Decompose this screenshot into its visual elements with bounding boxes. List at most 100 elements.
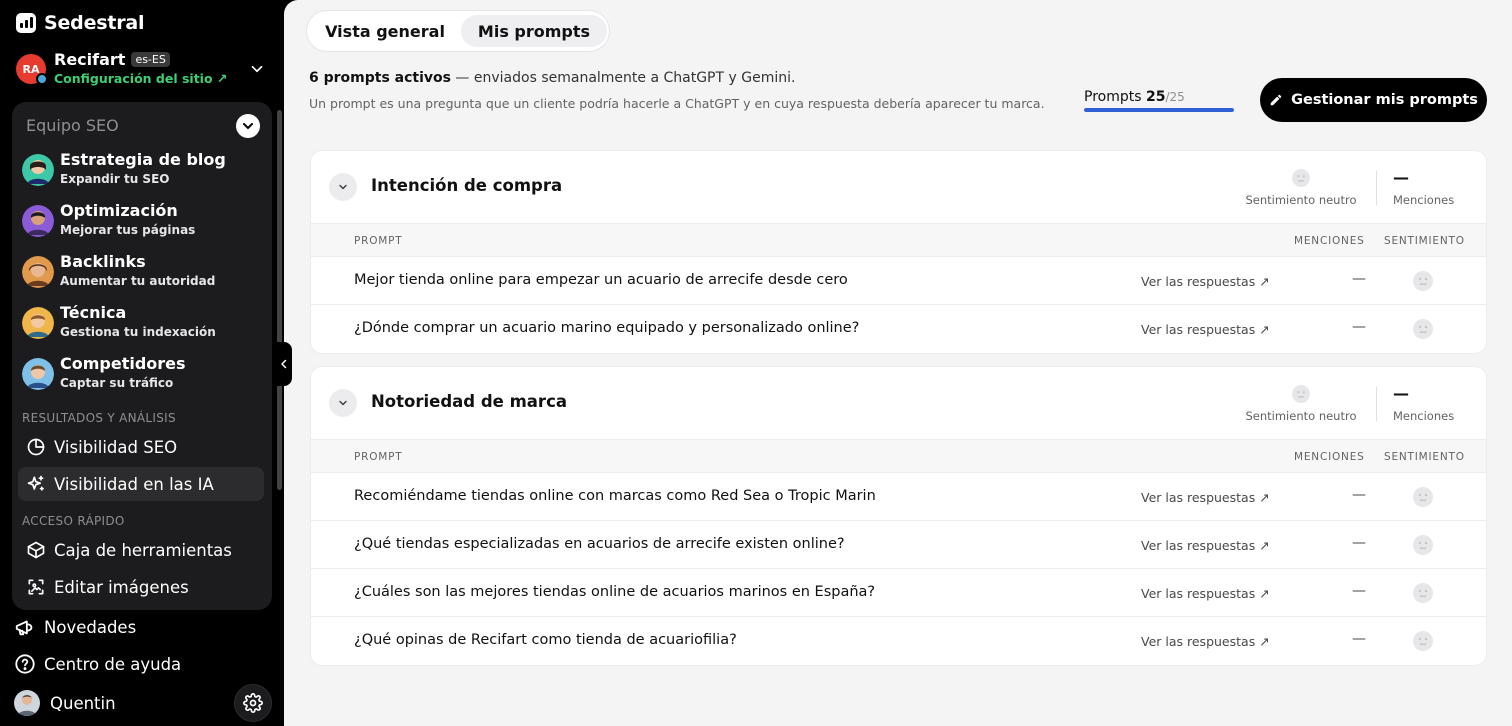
sentiment-label: Sentimiento neutro <box>1245 409 1357 423</box>
group-sentiment: Sentimiento neutro <box>1237 385 1365 423</box>
agent-optimization[interactable]: Optimización Mejorar tus páginas <box>22 201 262 245</box>
group-mentions: — Menciones <box>1393 384 1463 424</box>
column-mentions: MENCIONES <box>1294 235 1365 247</box>
agent-subtitle: Gestiona tu indexación <box>60 325 216 339</box>
agent-title: Técnica <box>60 303 127 322</box>
site-name-row: Recifart es-ES <box>54 50 170 69</box>
view-answers-label: Ver las respuestas ↗ <box>1141 538 1270 553</box>
table-row[interactable]: Recomiéndame tiendas online con marcas c… <box>311 473 1486 521</box>
view-answers-link[interactable]: Ver las respuestas ↗ <box>1141 586 1270 601</box>
column-sentiment: SENTIMIENTO <box>1384 235 1465 247</box>
megaphone-icon <box>15 620 33 636</box>
nav-ai-visibility[interactable]: Visibilidad en las IA <box>18 467 264 501</box>
view-answers-link[interactable]: Ver las respuestas ↗ <box>1141 538 1270 553</box>
neutral-face-icon <box>1413 583 1433 603</box>
agent-subtitle: Captar su tráfico <box>60 376 174 390</box>
nav-label: Caja de herramientas <box>54 540 232 560</box>
prompt-group-card: Intención de compra Sentimiento neutro —… <box>310 150 1487 354</box>
prompts-description: Un prompt es una pregunta que un cliente… <box>309 96 1045 111</box>
gear-icon <box>243 693 263 713</box>
prompt-text: Recomiéndame tiendas online con marcas c… <box>354 488 876 504</box>
nav-label: Novedades <box>44 617 137 637</box>
group-title: Intención de compra <box>371 176 563 195</box>
agent-technical[interactable]: Técnica Gestiona tu indexación <box>22 303 262 347</box>
team-collapse-button[interactable] <box>236 114 260 138</box>
table-row[interactable]: ¿Qué tiendas especializadas en acuarios … <box>311 521 1486 569</box>
user-profile[interactable]: Quentin <box>14 690 116 716</box>
sidebar-collapse-handle[interactable] <box>276 342 292 386</box>
agent-avatar <box>22 256 54 288</box>
agent-avatar <box>22 205 54 237</box>
nav-toolbox[interactable]: Caja de herramientas <box>18 533 264 567</box>
nav-label: Editar imágenes <box>54 577 189 597</box>
prompt-text: ¿Dónde comprar un acuario marino equipad… <box>354 320 860 336</box>
chevron-down-icon <box>339 184 347 190</box>
quota-label: Prompts 25/25 <box>1084 89 1234 105</box>
nav-news[interactable]: Novedades <box>14 616 136 638</box>
nav-label: Visibilidad en las IA <box>54 474 214 494</box>
site-locale-badge: es-ES <box>131 52 170 67</box>
agent-avatar <box>22 154 54 186</box>
quota-title: Prompts <box>1084 89 1142 105</box>
view-tabs: Vista general Mis prompts <box>306 10 610 52</box>
view-answers-link[interactable]: Ver las respuestas ↗ <box>1141 490 1270 505</box>
agent-blog-strategy[interactable]: Estrategia de blog Expandir tu SEO <box>22 150 262 194</box>
neutral-face-icon <box>1292 169 1310 187</box>
settings-button[interactable] <box>234 684 272 722</box>
agent-avatar <box>22 358 54 390</box>
sidebar-scrollbar[interactable] <box>277 110 282 490</box>
view-answers-link[interactable]: Ver las respuestas ↗ <box>1141 322 1270 337</box>
table-row[interactable]: Mejor tienda online para empezar un acua… <box>311 257 1486 305</box>
view-answers-link[interactable]: Ver las respuestas ↗ <box>1141 634 1270 649</box>
seo-team-panel: Equipo SEO Estrategia de blog Expandir t… <box>12 102 272 610</box>
group-sentiment: Sentimiento neutro <box>1237 169 1365 207</box>
table-row[interactable]: ¿Qué opinas de Recifart como tienda de a… <box>311 617 1486 665</box>
view-answers-label: Ver las respuestas ↗ <box>1141 634 1270 649</box>
brand[interactable]: Sedestral <box>16 12 145 34</box>
site-config-link[interactable]: Configuración del sitio ↗ <box>54 71 227 86</box>
brand-name: Sedestral <box>44 12 145 34</box>
table-row[interactable]: ¿Cuáles son las mejores tiendas online d… <box>311 569 1486 617</box>
sidebar: Sedestral RA Recifart es-ES Configuració… <box>0 0 284 726</box>
mentions-value: — <box>1393 384 1409 403</box>
site-name: Recifart <box>54 50 126 69</box>
nav-help-center[interactable]: Centro de ayuda <box>14 653 181 675</box>
neutral-face-icon <box>1413 631 1433 651</box>
divider <box>1376 387 1377 421</box>
brand-logo-icon <box>16 13 36 33</box>
prompt-mentions: — <box>1352 271 1366 287</box>
agent-subtitle: Mejorar tus páginas <box>60 223 196 237</box>
chevron-down-icon[interactable] <box>248 60 266 78</box>
column-mentions: MENCIONES <box>1294 451 1365 463</box>
view-answers-link[interactable]: Ver las respuestas ↗ <box>1141 274 1270 289</box>
column-prompt: PROMPT <box>354 235 403 247</box>
group-collapse-button[interactable] <box>329 173 357 201</box>
prompt-mentions: — <box>1352 631 1366 647</box>
sentiment-label: Sentimiento neutro <box>1245 193 1357 207</box>
group-mentions: — Menciones <box>1393 169 1463 208</box>
nav-edit-images[interactable]: Editar imágenes <box>18 570 264 604</box>
chevron-left-icon <box>281 359 287 369</box>
divider <box>1376 171 1377 205</box>
site-switcher[interactable]: RA Recifart es-ES Configuración del siti… <box>16 50 268 88</box>
prompts-summary: 6 prompts activos — enviados semanalment… <box>309 70 795 86</box>
agent-backlinks[interactable]: Backlinks Aumentar tu autoridad <box>22 252 262 296</box>
tab-overview[interactable]: Vista general <box>311 15 459 47</box>
main-content: Vista general Mis prompts 6 prompts acti… <box>284 0 1512 726</box>
manage-prompts-button[interactable]: Gestionar mis prompts <box>1260 78 1487 122</box>
site-badge-icon <box>36 73 48 85</box>
help-circle-icon <box>15 654 35 674</box>
table-row[interactable]: ¿Dónde comprar un acuario marino equipad… <box>311 305 1486 353</box>
nav-seo-visibility[interactable]: Visibilidad SEO <box>18 430 264 464</box>
view-answers-label: Ver las respuestas ↗ <box>1141 322 1270 337</box>
view-answers-label: Ver las respuestas ↗ <box>1141 586 1270 601</box>
pie-chart-icon <box>27 438 45 456</box>
prompt-quota: Prompts 25/25 <box>1084 89 1234 112</box>
quota-total: /25 <box>1165 90 1185 104</box>
group-collapse-button[interactable] <box>329 389 357 417</box>
team-header: Equipo SEO <box>26 116 119 135</box>
tab-my-prompts[interactable]: Mis prompts <box>461 15 607 47</box>
prompt-mentions: — <box>1352 583 1366 599</box>
agent-competitors[interactable]: Competidores Captar su tráfico <box>22 354 262 398</box>
agent-subtitle: Expandir tu SEO <box>60 172 170 186</box>
